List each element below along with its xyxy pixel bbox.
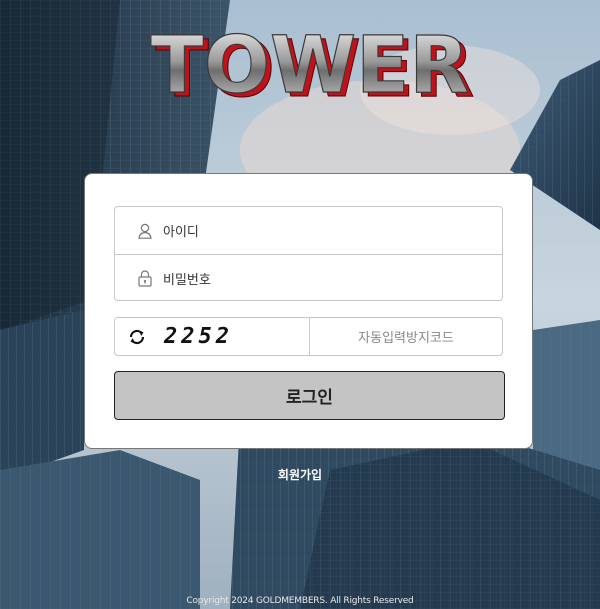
signup-link-container: 회원가입 [0, 464, 600, 483]
username-field[interactable]: 아이디 [115, 207, 502, 254]
copyright-text: Copyright 2024 GOLDMEMBERS. All Rights R… [186, 596, 414, 606]
login-button[interactable]: 로그인 [114, 371, 505, 420]
login-card: 아이디 비밀번호 2252 자동입력방지코드 로그인 [84, 173, 533, 449]
tower-logo: TOWER TOWER [136, 20, 484, 115]
signup-link[interactable]: 회원가입 [278, 468, 322, 482]
user-icon [137, 222, 153, 240]
captcha-code: 2252 [164, 324, 233, 349]
username-placeholder: 아이디 [163, 225, 199, 240]
svg-text:TOWER: TOWER [151, 22, 470, 106]
password-placeholder: 비밀번호 [163, 272, 211, 288]
credentials-group: 아이디 비밀번호 [114, 206, 503, 301]
captcha-placeholder: 자동입력방지코드 [358, 331, 454, 346]
login-button-label: 로그인 [286, 388, 333, 408]
captcha-input[interactable]: 자동입력방지코드 [310, 318, 502, 355]
refresh-icon[interactable] [128, 328, 146, 346]
captcha-display: 2252 [115, 318, 310, 355]
captcha-row: 2252 자동입력방지코드 [114, 317, 503, 356]
lock-icon [137, 269, 153, 287]
password-field[interactable]: 비밀번호 [115, 254, 502, 300]
